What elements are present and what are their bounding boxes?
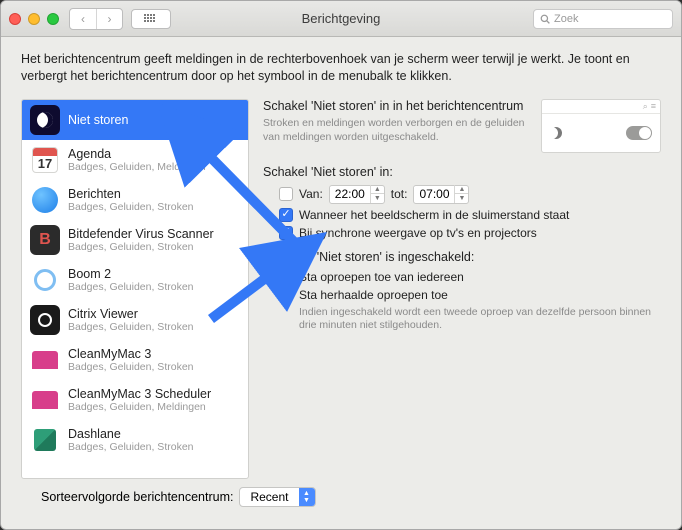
search-icon: ⌕ — [643, 101, 648, 112]
panel-title: Schakel 'Niet storen' in in het berichte… — [263, 99, 529, 113]
sidebar-item-5[interactable]: Citrix ViewerBadges, Geluiden, Stroken — [22, 300, 248, 340]
page-description: Het berichtencentrum geeft meldingen in … — [21, 51, 661, 85]
app-subtitle: Badges, Geluiden, Stroken — [68, 241, 240, 253]
minimize-window-button[interactable] — [28, 13, 40, 25]
titlebar: ‹ › Berichtgeving Zoek — [1, 1, 681, 37]
allow-repeat-label: Sta herhaalde oproepen toe — [299, 288, 448, 302]
footer: Sorteervolgorde berichtencentrum: Recent… — [21, 479, 661, 519]
app-name: Agenda — [68, 147, 240, 161]
app-name: CleanMyMac 3 Scheduler — [68, 387, 240, 401]
app-name: Citrix Viewer — [68, 307, 240, 321]
app-name: Boom 2 — [68, 267, 240, 281]
to-time-input[interactable] — [414, 187, 454, 201]
panel-subtitle: Stroken en meldingen worden verborgen en… — [263, 116, 529, 144]
detail-panel: Schakel 'Niet storen' in in het berichte… — [263, 99, 661, 479]
app-name: Dashlane — [68, 427, 240, 441]
notification-center-preview: ⌕≡ — [541, 99, 661, 153]
close-window-button[interactable] — [9, 13, 21, 25]
sidebar-item-2[interactable]: BerichtenBadges, Geluiden, Stroken — [22, 180, 248, 220]
sidebar-item-4[interactable]: Boom 2Badges, Geluiden, Stroken — [22, 260, 248, 300]
sidebar-item-6[interactable]: CleanMyMac 3Badges, Geluiden, Stroken — [22, 340, 248, 380]
dnd-toggle-preview — [626, 126, 652, 140]
app-subtitle: Badges, Geluiden, Stroken — [68, 441, 240, 453]
allow-calls-checkbox[interactable] — [279, 270, 293, 284]
to-label: tot: — [391, 187, 408, 201]
to-time-stepper[interactable]: ▲▼ — [454, 185, 468, 203]
sidebar-item-7[interactable]: CleanMyMac 3 SchedulerBadges, Geluiden, … — [22, 380, 248, 420]
show-all-button[interactable] — [131, 9, 171, 29]
app-subtitle: Badges, Geluiden, Stroken — [68, 361, 240, 373]
app-subtitle: Badges, Geluiden, Meldingen — [68, 161, 240, 173]
app-name: Bitdefender Virus Scanner — [68, 227, 240, 241]
sidebar-item-0[interactable]: Niet storen — [22, 100, 248, 140]
schedule-checkbox[interactable] — [279, 187, 293, 201]
app-icon — [30, 105, 60, 135]
when-on-section-label: Wanneer 'Niet storen' is ingeschakeld: — [263, 250, 661, 264]
app-icon — [30, 265, 60, 295]
app-name: CleanMyMac 3 — [68, 347, 240, 361]
schedule-section-label: Schakel 'Niet storen' in: — [263, 165, 661, 179]
sidebar-item-3[interactable]: B Bitdefender Virus ScannerBadges, Geluid… — [22, 220, 248, 260]
from-label: Van: — [299, 187, 323, 201]
search-field[interactable]: Zoek — [533, 9, 673, 29]
app-subtitle: Badges, Geluiden, Stroken — [68, 281, 240, 293]
grid-icon — [144, 14, 158, 24]
app-icon: 17 — [30, 145, 60, 175]
app-icon — [30, 425, 60, 455]
sleep-checkbox[interactable]: ✓ — [279, 208, 293, 222]
content-area: Het berichtencentrum geeft meldingen in … — [1, 37, 681, 529]
app-icon: B — [30, 225, 60, 255]
main-split: Niet storen 17AgendaBadges, Geluiden, Me… — [21, 99, 661, 479]
from-time-stepper[interactable]: ▲▼ — [370, 185, 384, 203]
app-list[interactable]: Niet storen 17AgendaBadges, Geluiden, Me… — [21, 99, 249, 479]
search-placeholder: Zoek — [554, 13, 578, 25]
app-icon — [30, 345, 60, 375]
sleep-checkbox-label: Wanneer het beeldscherm in de sluimersta… — [299, 208, 569, 222]
from-time-field[interactable]: ▲▼ — [329, 185, 385, 204]
preferences-window: ‹ › Berichtgeving Zoek Het berichtencent… — [0, 0, 682, 530]
sort-order-value: Recent — [240, 490, 298, 504]
moon-icon — [550, 127, 562, 139]
sort-order-label: Sorteervolgorde berichtencentrum: — [41, 490, 233, 504]
app-icon — [30, 185, 60, 215]
allow-calls-label: Sta oproepen toe van iedereen — [299, 270, 464, 284]
app-subtitle: Badges, Geluiden, Stroken — [68, 201, 240, 213]
app-name: Berichten — [68, 187, 240, 201]
allow-repeat-checkbox[interactable] — [279, 288, 293, 302]
forward-button[interactable]: › — [96, 9, 122, 29]
nav-back-forward: ‹ › — [69, 8, 123, 30]
mirroring-checkbox-label: Bij synchrone weergave op tv's en projec… — [299, 226, 537, 240]
app-subtitle: Badges, Geluiden, Meldingen — [68, 401, 240, 413]
app-icon — [30, 305, 60, 335]
search-icon — [540, 14, 550, 24]
sidebar-item-1[interactable]: 17 AgendaBadges, Geluiden, Meldingen — [22, 140, 248, 180]
back-button[interactable]: ‹ — [70, 9, 96, 29]
window-controls — [9, 13, 59, 25]
sidebar-item-8[interactable]: DashlaneBadges, Geluiden, Stroken — [22, 420, 248, 460]
zoom-window-button[interactable] — [47, 13, 59, 25]
app-subtitle: Badges, Geluiden, Stroken — [68, 321, 240, 333]
to-time-field[interactable]: ▲▼ — [413, 185, 469, 204]
app-icon — [30, 385, 60, 415]
from-time-input[interactable] — [330, 187, 370, 201]
chevron-up-down-icon: ▲▼ — [299, 488, 315, 506]
mirroring-checkbox[interactable]: ✓ — [279, 226, 293, 240]
sort-order-dropdown[interactable]: Recent ▲▼ — [239, 487, 315, 507]
repeat-note: Indien ingeschakeld wordt een tweede opr… — [299, 306, 661, 333]
app-name: Niet storen — [68, 113, 240, 127]
